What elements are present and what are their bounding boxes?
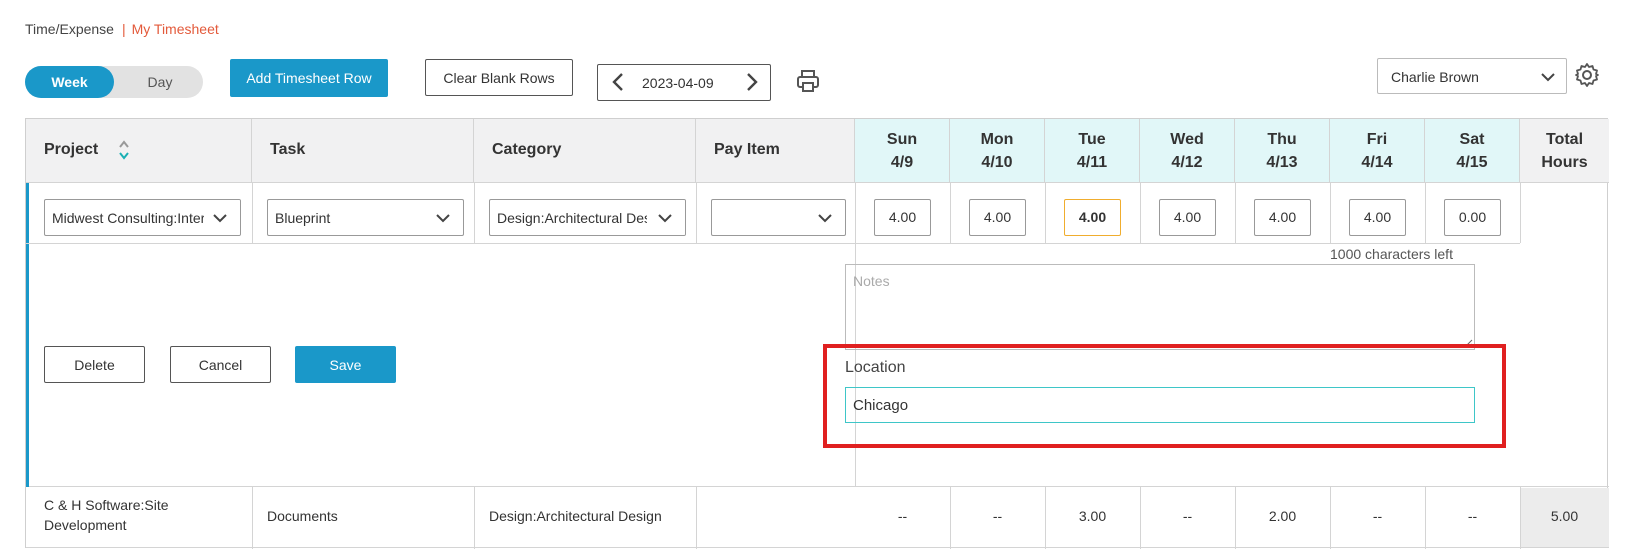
gear-icon[interactable] <box>1574 62 1600 88</box>
project-value: Midwest Consulting:Internal <box>52 210 207 226</box>
column-header-mon: Mon 4/10 <box>950 119 1045 183</box>
clear-blank-rows-button[interactable]: Clear Blank Rows <box>425 59 573 96</box>
location-value: Chicago <box>853 397 909 414</box>
week-navigator: 2023-04-09 <box>597 64 771 101</box>
notes-textarea[interactable]: Notes <box>845 264 1475 350</box>
column-header-tue: Tue 4/11 <box>1045 119 1140 183</box>
row-hours-tue: 3.00 <box>1078 508 1107 524</box>
hours-input-mon[interactable]: 4.00 <box>969 199 1026 236</box>
row-hours-fri: -- <box>1372 508 1383 524</box>
row-total-hours: 5.00 <box>1550 508 1579 524</box>
row-hours-mon: -- <box>992 508 1003 524</box>
column-header-fri: Fri 4/14 <box>1330 119 1425 183</box>
notes-placeholder: Notes <box>853 273 890 289</box>
location-input[interactable]: Chicago <box>845 387 1475 423</box>
print-icon[interactable] <box>795 68 821 94</box>
hours-input-wed[interactable]: 4.00 <box>1159 199 1216 236</box>
row-project: C & H Software:Site Development <box>44 497 169 533</box>
category-value: Design:Architectural Design <box>497 210 647 226</box>
employee-select[interactable]: Charlie Brown <box>1377 58 1567 94</box>
chevron-down-icon <box>436 214 450 223</box>
hours-input-sun[interactable]: 4.00 <box>874 199 931 236</box>
row-task: Documents <box>267 508 338 524</box>
edit-row-indicator <box>26 183 29 487</box>
task-value: Blueprint <box>275 210 331 226</box>
week-start-date: 2023-04-09 <box>642 75 714 91</box>
chevron-down-icon <box>1541 73 1555 82</box>
delete-button[interactable]: Delete <box>44 346 145 383</box>
column-header-wed: Wed 4/12 <box>1140 119 1235 183</box>
chevron-down-icon <box>213 214 227 223</box>
column-header-project[interactable]: Project <box>26 119 252 183</box>
task-dropdown[interactable]: Blueprint <box>267 199 464 236</box>
column-header-category: Category <box>474 119 696 183</box>
chevron-down-icon <box>818 214 832 223</box>
column-header-sun: Sun 4/9 <box>855 119 950 183</box>
hours-input-fri[interactable]: 4.00 <box>1349 199 1406 236</box>
breadcrumb: Time/Expense | My Timesheet <box>25 21 219 37</box>
view-week-option[interactable]: Week <box>25 66 114 98</box>
add-timesheet-row-button[interactable]: Add Timesheet Row <box>230 59 388 97</box>
sort-icon[interactable] <box>118 139 130 161</box>
save-button[interactable]: Save <box>295 346 396 383</box>
column-header-label: Project <box>44 141 99 158</box>
column-header-pay-item: Pay Item <box>696 119 855 183</box>
breadcrumb-parent[interactable]: Time/Expense <box>25 21 114 37</box>
pay-item-dropdown[interactable] <box>711 199 846 236</box>
chevron-right-icon[interactable] <box>742 71 762 93</box>
column-header-thu: Thu 4/13 <box>1235 119 1330 183</box>
hours-input-tue[interactable]: 4.00 <box>1064 199 1121 236</box>
row-hours-thu: 2.00 <box>1268 508 1297 524</box>
employee-name: Charlie Brown <box>1391 69 1479 85</box>
location-label: Location <box>845 359 906 376</box>
row-hours-sun: -- <box>897 508 908 524</box>
row-category: Design:Architectural Design <box>489 508 662 524</box>
breadcrumb-separator: | <box>121 21 126 37</box>
view-day-option[interactable]: Day <box>135 66 185 98</box>
column-header-task: Task <box>252 119 474 183</box>
row-hours-sat: -- <box>1467 508 1478 524</box>
cancel-button[interactable]: Cancel <box>170 346 271 383</box>
column-header-total-hours: Total Hours <box>1520 119 1609 183</box>
category-dropdown[interactable]: Design:Architectural Design <box>489 199 686 236</box>
hours-input-sat[interactable]: 0.00 <box>1444 199 1501 236</box>
row-hours-wed: -- <box>1182 508 1193 524</box>
chevron-down-icon <box>658 214 672 223</box>
project-dropdown[interactable]: Midwest Consulting:Internal <box>44 199 241 236</box>
view-toggle[interactable]: Week Day <box>25 66 203 98</box>
chevron-left-icon[interactable] <box>608 71 628 93</box>
column-header-sat: Sat 4/15 <box>1425 119 1520 183</box>
hours-input-thu[interactable]: 4.00 <box>1254 199 1311 236</box>
breadcrumb-current[interactable]: My Timesheet <box>132 21 219 37</box>
notes-characters-left: 1000 characters left <box>1330 246 1453 262</box>
